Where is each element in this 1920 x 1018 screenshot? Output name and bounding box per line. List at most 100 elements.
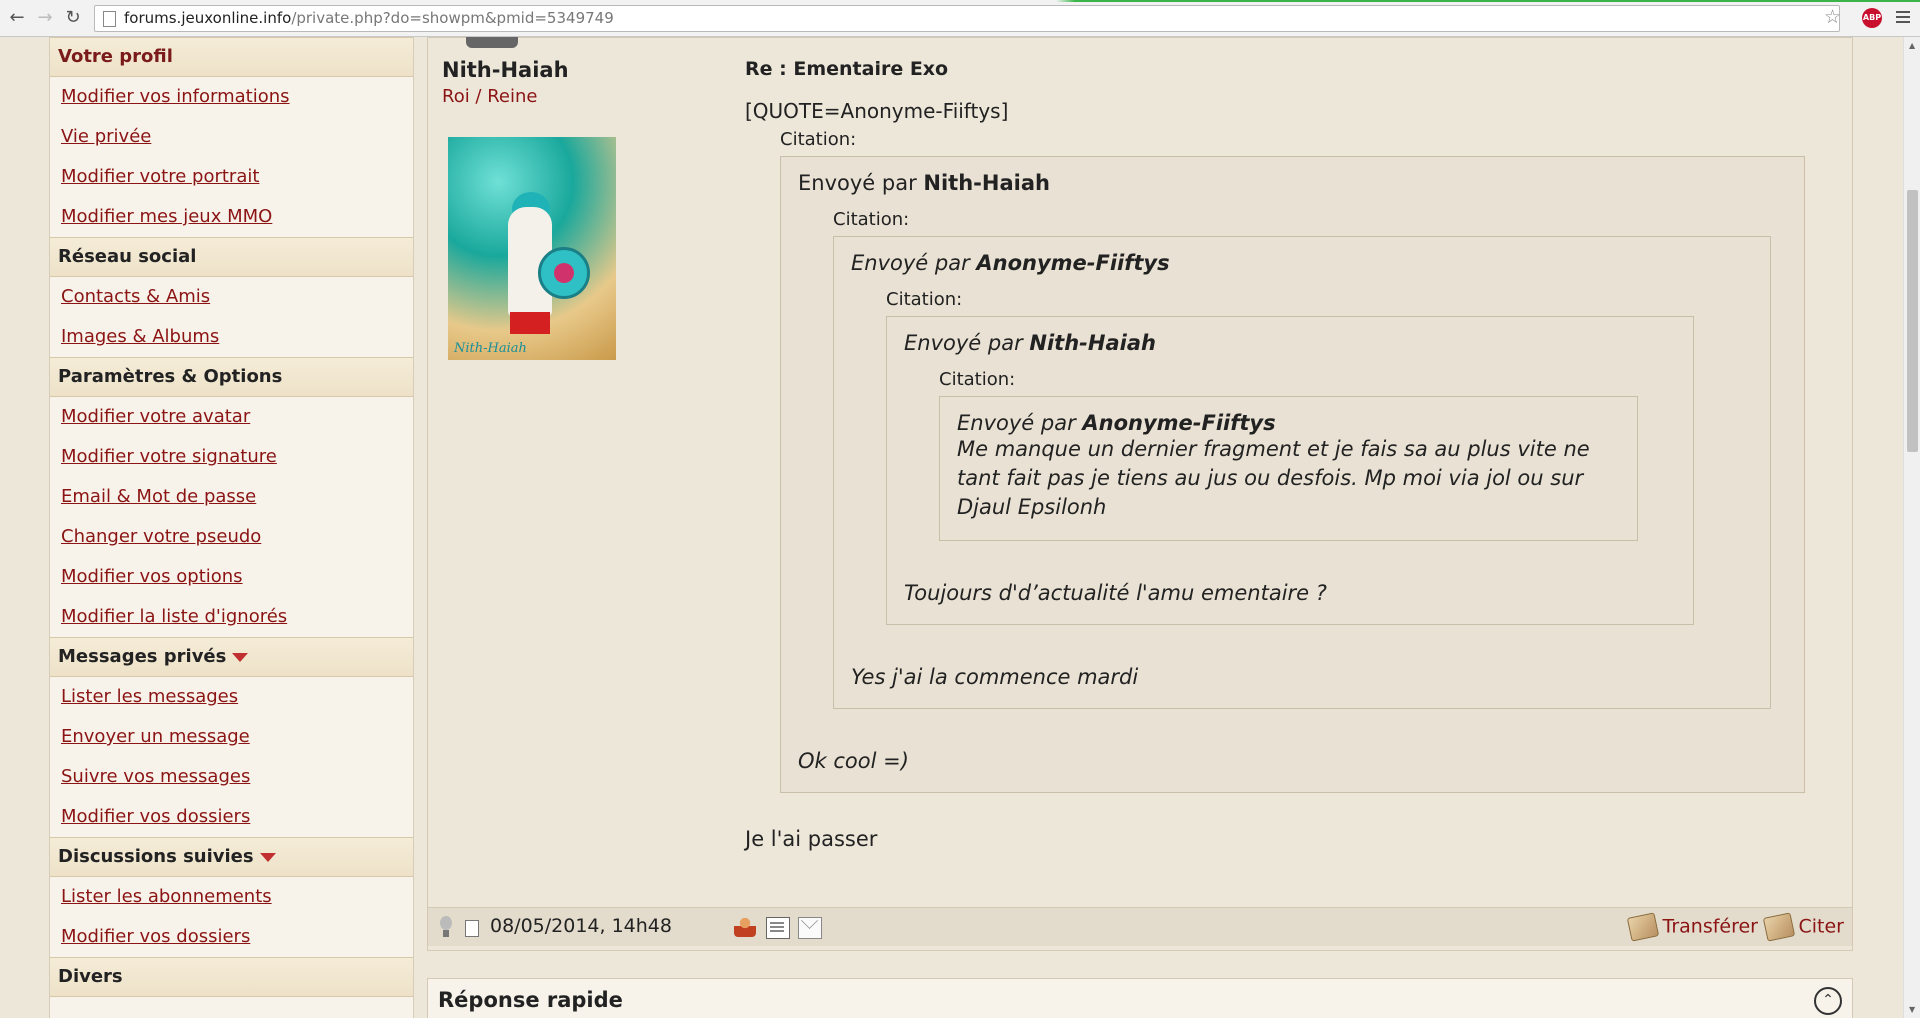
- avatar-shield: [538, 247, 590, 299]
- sidebar-link[interactable]: Changer votre pseudo: [50, 517, 413, 557]
- quote-tag-text: [QUOTE=Anonyme-Fiiftys]: [745, 99, 1009, 123]
- sidebar-section-title: Paramètres & Options: [58, 366, 283, 387]
- sidebar-link[interactable]: Contacts & Amis: [50, 277, 413, 317]
- browser-toolbar: ← → ↻ forums.jeuxonline.info/private.php…: [0, 0, 1920, 37]
- sidebar-section-header: Divers: [50, 957, 413, 997]
- adblock-plus-icon[interactable]: ABP: [1862, 8, 1882, 28]
- sidebar-link[interactable]: Envoyer un message: [50, 717, 413, 757]
- sidebar-link[interactable]: Modifier vos dossiers: [50, 797, 413, 837]
- sidebar-link[interactable]: Modifier votre avatar: [50, 397, 413, 437]
- sidebar-section-title: Réseau social: [58, 246, 197, 267]
- sidebar-link[interactable]: Lister les abonnements: [50, 877, 413, 917]
- quote-body: Toujours d'd’actualité l'amu ementaire ?: [904, 581, 1327, 605]
- quote-body: Me manque un dernier fragment et je fais…: [957, 437, 1590, 519]
- quote-author: Anonyme-Fiiftys: [976, 251, 1170, 275]
- bookmark-star-icon[interactable]: ☆: [1824, 6, 1841, 28]
- quote-box-level-2: Envoyé par Anonyme-Fiiftys Citation: Env…: [833, 236, 1771, 709]
- sidebar-link[interactable]: Lister les messages: [50, 677, 413, 717]
- avatar-signature-text: Nith-Haiah: [454, 341, 527, 356]
- quote-author: Nith-Haiah: [923, 171, 1050, 195]
- post-date: 08/05/2014, 14h48: [490, 915, 672, 937]
- sent-by-label: Envoyé par: [904, 331, 1023, 355]
- citation-label: Citation:: [886, 289, 963, 310]
- user-profile-icon[interactable]: [734, 917, 756, 937]
- message-content: Re : Ementaire Exo [QUOTE=Anonyme-Fiifty…: [745, 58, 1805, 851]
- sidebar-section-header[interactable]: Messages privés: [50, 637, 413, 677]
- sent-by-label: Envoyé par: [851, 251, 970, 275]
- back-icon[interactable]: ←: [6, 6, 28, 28]
- sidebar-section-title: Messages privés: [58, 646, 227, 667]
- author-avatar: Nith-Haiah: [448, 137, 616, 360]
- lightbulb-icon: [438, 916, 454, 938]
- author-rank: Roi / Reine: [442, 86, 538, 107]
- quote-author: Nith-Haiah: [1029, 331, 1156, 355]
- citation-label: Citation:: [939, 369, 1016, 390]
- address-bar[interactable]: forums.jeuxonline.info/private.php?do=sh…: [94, 5, 1840, 32]
- collapse-icon[interactable]: ⌃: [1814, 987, 1842, 1015]
- quote-label: Citer: [1798, 915, 1845, 938]
- reply-text: Je l'ai passer: [745, 827, 878, 851]
- url-path: /private.php?do=showpm&pmid=5349749: [291, 9, 614, 27]
- sidebar-section-header: Réseau social: [50, 237, 413, 277]
- sidebar-link[interactable]: Modifier la liste d'ignorés: [50, 597, 413, 637]
- sidebar-link[interactable]: Email & Mot de passe: [50, 477, 413, 517]
- scrollbar-thumb[interactable]: [1907, 190, 1918, 452]
- sidebar-link[interactable]: Modifier votre signature: [50, 437, 413, 477]
- page-load-indicator: [0, 0, 1920, 2]
- avatar-character-legs: [510, 312, 550, 334]
- sidebar-link[interactable]: Modifier mes jeux MMO: [50, 197, 413, 237]
- quote-body: Yes j'ai la commence mardi: [851, 665, 1139, 689]
- sidebar-link[interactable]: Modifier votre portrait: [50, 157, 413, 197]
- sent-by-label: Envoyé par: [957, 411, 1076, 435]
- sidebar-section-header[interactable]: Discussions suivies: [50, 837, 413, 877]
- scroll-down-icon[interactable]: ▼: [1909, 1005, 1915, 1014]
- message-title: Re : Ementaire Exo: [745, 58, 949, 80]
- sidebar-link[interactable]: Modifier vos options: [50, 557, 413, 597]
- quick-reply-panel: Réponse rapide ⌃: [427, 978, 1853, 1018]
- quote-attribution: Envoyé par Anonyme-Fiiftys: [851, 251, 1754, 275]
- page-scrollbar[interactable]: ▲ ▼: [1903, 37, 1920, 1018]
- forward-icon: [1626, 912, 1659, 942]
- sidebar-link[interactable]: Modifier vos informations: [50, 77, 413, 117]
- forward-label: Transférer: [1662, 915, 1758, 938]
- quote-box-level-3: Envoyé par Nith-Haiah Citation: Envoyé p…: [886, 316, 1694, 625]
- quote-author: Anonyme-Fiiftys: [1082, 411, 1276, 435]
- quote-button[interactable]: Citer: [1762, 912, 1845, 942]
- user-card-icon[interactable]: [766, 917, 790, 939]
- forward-button[interactable]: Transférer: [1626, 912, 1758, 942]
- user-control-sidebar: Votre profil Modifier vos informations Vie…: [49, 37, 414, 1018]
- sidebar-link[interactable]: Images & Albums: [50, 317, 413, 357]
- document-icon: [465, 920, 479, 937]
- citation-label: Citation:: [833, 209, 910, 230]
- sidebar-link[interactable]: Modifier vos dossiers: [50, 917, 413, 957]
- quick-reply-title: Réponse rapide: [438, 988, 623, 1012]
- sidebar-section-title: Votre profil: [58, 46, 173, 67]
- browser-menu-icon[interactable]: [1896, 8, 1910, 26]
- send-mail-icon[interactable]: [798, 917, 822, 939]
- quote-attribution: Envoyé par Nith-Haiah: [904, 331, 1677, 355]
- quote-box-level-1: Envoyé par Nith-Haiah Citation: Envoyé p…: [780, 156, 1805, 793]
- quote-attribution: Envoyé par Nith-Haiah: [798, 171, 1788, 195]
- author-name[interactable]: Nith-Haiah: [442, 58, 569, 82]
- sent-by-label: Envoyé par: [798, 171, 917, 195]
- quote-icon: [1762, 912, 1795, 942]
- sidebar-section-header: Votre profil: [50, 37, 413, 77]
- quote-box-level-4: Envoyé par Anonyme-Fiiftys Me manque un …: [939, 396, 1638, 541]
- url-host: forums.jeuxonline.info: [124, 9, 292, 27]
- private-message-post: Nith-Haiah Roi / Reine Nith-Haiah Re : E…: [427, 37, 1853, 951]
- reload-icon[interactable]: ↻: [62, 6, 84, 28]
- sidebar-section-header: Paramètres & Options: [50, 357, 413, 397]
- sidebar-section-title: Divers: [58, 966, 123, 987]
- scroll-up-icon[interactable]: ▲: [1909, 41, 1915, 50]
- sidebar-link[interactable]: Vie privée: [50, 117, 413, 157]
- dropdown-triangle-icon[interactable]: [259, 852, 276, 862]
- forward-icon[interactable]: →: [34, 6, 56, 28]
- sidebar-link[interactable]: Suivre vos messages: [50, 757, 413, 797]
- dropdown-triangle-icon[interactable]: [232, 652, 249, 662]
- author-info: Nith-Haiah Roi / Reine: [442, 58, 569, 107]
- quote-body: Ok cool =): [798, 749, 909, 773]
- citation-label: Citation:: [780, 129, 857, 150]
- page-icon: [103, 11, 116, 27]
- quote-attribution: Envoyé par Anonyme-Fiiftys: [957, 411, 1621, 435]
- page-content: Votre profil Modifier vos informations Vie…: [0, 37, 1903, 1018]
